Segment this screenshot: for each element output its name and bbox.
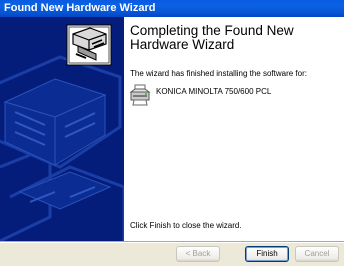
wizard-content: Completing the Found New Hardware Wizard…	[124, 17, 344, 241]
hardware-device-icon	[66, 24, 112, 66]
printer-icon	[129, 84, 151, 106]
wizard-window: Found New Hardware Wizard Completing the…	[0, 0, 344, 266]
device-name: KONICA MINOLTA 750/600 PCL	[156, 87, 272, 96]
finish-hint-text: Click Finish to close the wizard.	[130, 221, 242, 230]
wizard-body: Completing the Found New Hardware Wizard…	[0, 17, 344, 241]
finish-button[interactable]: Finish	[245, 246, 289, 262]
back-button[interactable]: < Back	[176, 246, 220, 262]
window-title: Found New Hardware Wizard	[4, 2, 156, 14]
wizard-side-banner	[0, 17, 124, 241]
footer-divider-highlight	[0, 242, 344, 243]
install-info-text: The wizard has finished installing the s…	[130, 69, 307, 78]
page-title: Completing the Found New Hardware Wizard	[130, 23, 294, 52]
title-bar[interactable]: Found New Hardware Wizard	[0, 0, 344, 17]
cancel-button[interactable]: Cancel	[295, 246, 339, 262]
